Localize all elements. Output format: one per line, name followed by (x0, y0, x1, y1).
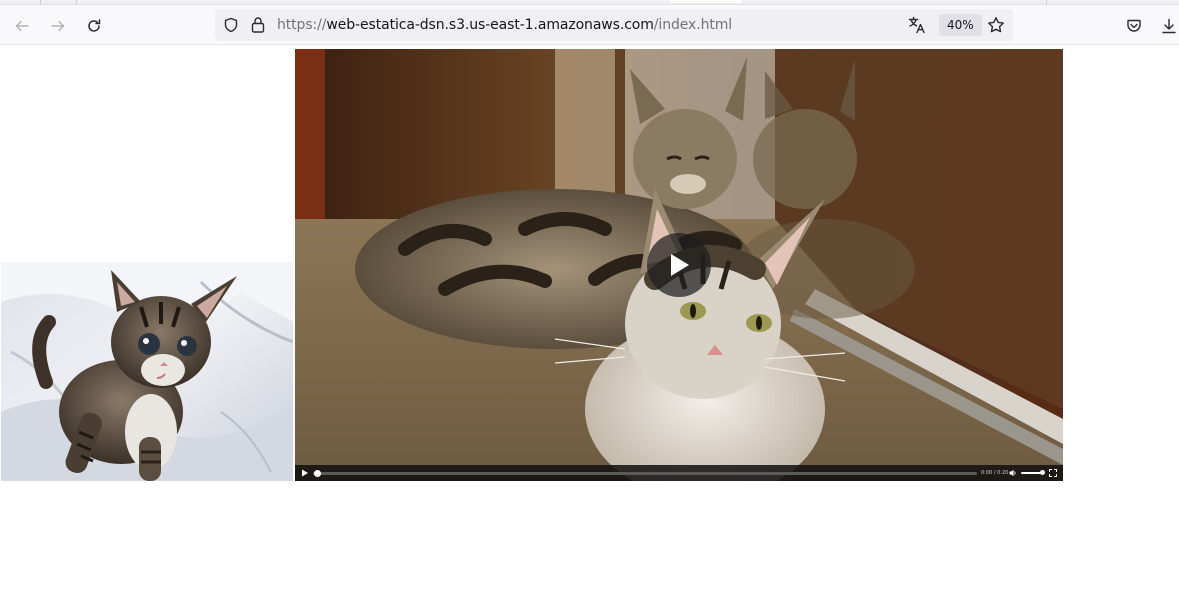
fullscreen-icon[interactable] (1049, 469, 1057, 477)
video-progress-knob[interactable] (314, 470, 321, 477)
zoom-indicator[interactable]: 40% (939, 14, 982, 36)
video-current-time: 0:00 (981, 470, 993, 476)
reload-icon (88, 19, 101, 32)
back-button[interactable] (9, 13, 35, 39)
volume-knob[interactable] (1040, 470, 1045, 475)
play-overlay-button[interactable] (647, 233, 711, 297)
page-content: 0:00 / 0:20 (0, 46, 1179, 605)
navigation-toolbar: https://web-estatica-dsn.s3.us-east-1.am… (0, 5, 1179, 45)
video-time: 0:00 / 0:20 (981, 470, 1009, 476)
play-icon[interactable] (301, 469, 309, 477)
download-icon (1162, 18, 1176, 34)
shield-icon[interactable] (223, 17, 239, 33)
volume-icon[interactable] (1009, 469, 1017, 477)
url-host: web-estatica-dsn.s3.us-east-1.amazonaws.… (326, 17, 654, 33)
star-icon[interactable] (987, 16, 1005, 34)
pocket-button[interactable] (1121, 13, 1147, 39)
url-path: /index.html (653, 17, 733, 33)
pocket-icon (1127, 19, 1141, 32)
downloads-button[interactable] (1156, 13, 1179, 39)
translate-icon[interactable] (908, 16, 926, 34)
play-icon (671, 254, 689, 276)
kitten-image (1, 262, 293, 481)
url-scheme: https:// (277, 17, 327, 33)
video-duration: 0:20 (997, 470, 1009, 476)
video-controls: 0:00 / 0:20 (295, 465, 1063, 481)
active-tab[interactable] (670, 0, 742, 3)
lock-icon[interactable] (250, 16, 266, 34)
reload-button[interactable] (81, 13, 107, 39)
arrow-left-icon (15, 20, 29, 32)
video-player[interactable]: 0:00 / 0:20 (295, 49, 1063, 481)
url-text[interactable]: https://web-estatica-dsn.s3.us-east-1.am… (277, 17, 732, 33)
arrow-right-icon (51, 20, 65, 32)
url-bar[interactable]: https://web-estatica-dsn.s3.us-east-1.am… (215, 9, 1013, 41)
forward-button[interactable] (45, 13, 71, 39)
video-progress-bar[interactable] (313, 472, 977, 475)
